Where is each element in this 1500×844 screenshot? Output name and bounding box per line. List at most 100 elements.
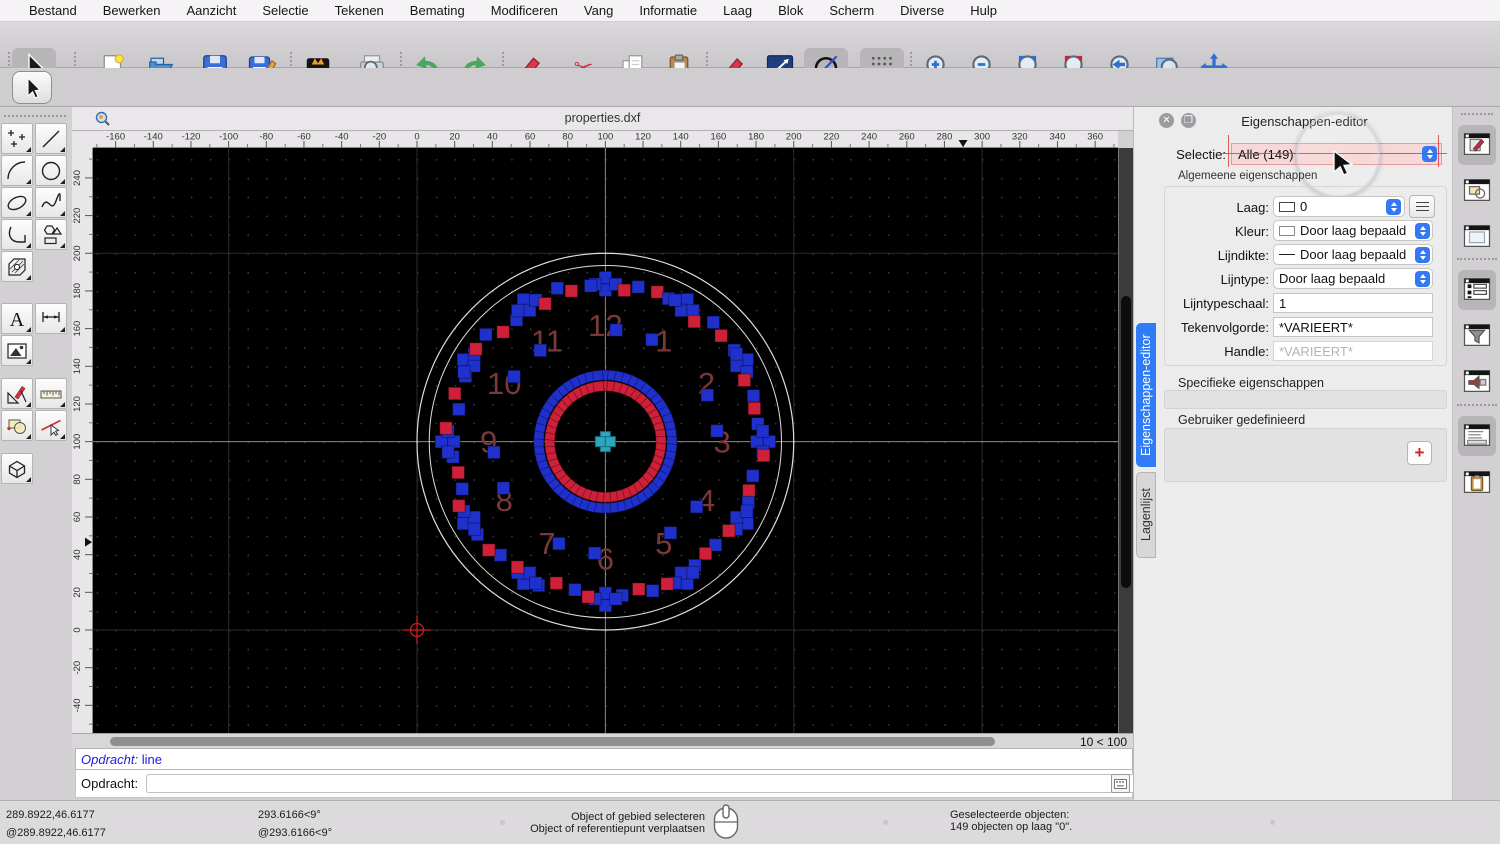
absolute-coordinates: 289.8922,46.6177 bbox=[6, 809, 95, 821]
palette-drag-handle[interactable] bbox=[4, 115, 66, 117]
block-tool-button[interactable] bbox=[1, 410, 33, 441]
svg-text:180: 180 bbox=[72, 283, 83, 299]
polyline-tool-button[interactable] bbox=[1, 219, 33, 250]
block-window-toggle[interactable] bbox=[1458, 171, 1496, 211]
vertical-scroll-thumb[interactable] bbox=[1121, 296, 1131, 588]
menu-hulp[interactable]: Hulp bbox=[957, 3, 1010, 18]
command-input[interactable] bbox=[146, 774, 1176, 793]
svg-text:-20: -20 bbox=[372, 132, 386, 143]
command-log-label: Opdracht: bbox=[81, 751, 139, 767]
dock-drag-handle[interactable] bbox=[1461, 113, 1493, 115]
menu-tekenen[interactable]: Tekenen bbox=[322, 3, 397, 18]
menu-bestand[interactable]: Bestand bbox=[16, 3, 90, 18]
menu-bemating[interactable]: Bemating bbox=[397, 3, 478, 18]
layer-spinner-icon[interactable] bbox=[1386, 198, 1401, 215]
snap-tick bbox=[1438, 135, 1439, 167]
menu-blok[interactable]: Blok bbox=[765, 3, 816, 18]
svg-text:120: 120 bbox=[635, 132, 651, 143]
svg-text:340: 340 bbox=[1050, 132, 1066, 143]
menu-aanzicht[interactable]: Aanzicht bbox=[174, 3, 250, 18]
select-entity-tool-button[interactable] bbox=[35, 410, 67, 441]
color-spinner-icon[interactable] bbox=[1415, 222, 1430, 239]
menu-vang[interactable]: Vang bbox=[571, 3, 626, 18]
measure-tool-button[interactable] bbox=[35, 378, 67, 409]
user-defined-box: + bbox=[1164, 428, 1447, 482]
svg-text:40: 40 bbox=[72, 549, 83, 560]
command-keyboard-button[interactable] bbox=[1111, 774, 1130, 793]
menu-diverse[interactable]: Diverse bbox=[887, 3, 957, 18]
color-swatch bbox=[1279, 225, 1295, 236]
drawing-canvas[interactable]: 1 2 3 4 5 6 7 8 9 10 11 12 bbox=[93, 148, 1118, 733]
linetypescale-input[interactable]: 1 bbox=[1273, 293, 1433, 313]
right-click-hint: Object of referentiepunt verplaatsen bbox=[530, 823, 705, 835]
canvas-horizontal-scrollbar[interactable]: 10 < 100 bbox=[72, 733, 1133, 749]
command-window-toggle[interactable] bbox=[1458, 416, 1496, 456]
line-tool-button[interactable] bbox=[35, 123, 67, 154]
text-tool-button[interactable]: A bbox=[1, 303, 33, 334]
notify-window-icon bbox=[1463, 370, 1491, 392]
menu-scherm[interactable]: Scherm bbox=[816, 3, 887, 18]
mouse-cursor bbox=[1333, 150, 1354, 176]
clipboard-window-toggle[interactable] bbox=[1458, 463, 1496, 503]
menu-selectie[interactable]: Selectie bbox=[249, 3, 321, 18]
tab-layer-list[interactable]: Lagenlijst bbox=[1136, 472, 1156, 558]
svg-text:320: 320 bbox=[1012, 132, 1028, 143]
menu-laag[interactable]: Laag bbox=[710, 3, 765, 18]
vruler-cursor-marker bbox=[85, 537, 92, 547]
circle-tool-button[interactable] bbox=[35, 155, 67, 186]
linetype-dropdown[interactable]: Door laag bepaald bbox=[1273, 268, 1433, 289]
horizontal-ruler: -160 -140 -120 -100 -80 -60 -40 -20 0 20 40 60 80 100… bbox=[93, 131, 1118, 148]
grid-status: 10 < 100 bbox=[1079, 735, 1127, 749]
main-toolbar: SVG✂++ bbox=[0, 22, 1500, 86]
hatch-tool-button[interactable] bbox=[1, 251, 33, 282]
selection-spinner-icon[interactable] bbox=[1422, 146, 1437, 162]
linewidth-spinner-icon[interactable] bbox=[1415, 246, 1430, 263]
modify-tool-button[interactable] bbox=[1, 378, 33, 409]
left-click-hint: Object of gebied selecteren bbox=[571, 811, 705, 823]
selection-status-detail: 149 objecten op laag "0". bbox=[950, 821, 1073, 833]
ellipse-tool-button[interactable] bbox=[1, 187, 33, 218]
command-window-icon bbox=[1463, 424, 1491, 446]
image-tool-button[interactable] bbox=[1, 335, 33, 366]
draw-window-toggle[interactable] bbox=[1458, 125, 1496, 165]
points-tool-button[interactable] bbox=[1, 123, 33, 154]
color-value: Door laag bepaald bbox=[1300, 223, 1407, 238]
notify-window-toggle[interactable] bbox=[1458, 362, 1496, 402]
draworder-input[interactable]: *VARIEERT* bbox=[1273, 317, 1433, 337]
menu-bewerken[interactable]: Bewerken bbox=[90, 3, 174, 18]
selection-label: Selectie: bbox=[1176, 147, 1226, 162]
command-prompt-label: Opdracht: bbox=[81, 776, 139, 791]
handle-input[interactable]: *VARIEERT* bbox=[1273, 341, 1433, 361]
menu-informatie[interactable]: Informatie bbox=[626, 3, 710, 18]
canvas-vertical-scrollbar[interactable] bbox=[1118, 148, 1133, 733]
hruler-cursor-marker bbox=[958, 140, 968, 147]
tab-properties-editor[interactable]: Eigenschappen-editor bbox=[1136, 323, 1156, 467]
select-tool-button[interactable] bbox=[12, 71, 52, 104]
arc-tool-button[interactable] bbox=[1, 155, 33, 186]
svg-text:-160: -160 bbox=[106, 132, 125, 143]
svg-text:-140: -140 bbox=[144, 132, 163, 143]
linewidth-sample bbox=[1279, 254, 1295, 255]
color-dropdown[interactable]: Door laag bepaald bbox=[1273, 220, 1433, 241]
linetype-spinner-icon[interactable] bbox=[1415, 270, 1430, 287]
box3d-tool-button[interactable] bbox=[1, 453, 33, 484]
svg-text:180: 180 bbox=[748, 132, 764, 143]
menu-modificeren[interactable]: Modificeren bbox=[478, 3, 571, 18]
horizontal-scroll-thumb[interactable] bbox=[110, 737, 995, 746]
menubar: Bestand Bewerken Aanzicht Selectie Tekenen Be… bbox=[0, 0, 1500, 22]
spline-tool-button[interactable] bbox=[35, 187, 67, 218]
svg-text:-20: -20 bbox=[72, 661, 83, 675]
svg-text:300: 300 bbox=[974, 132, 990, 143]
property-list-window-toggle[interactable] bbox=[1458, 270, 1496, 310]
layer-menu-button[interactable] bbox=[1409, 195, 1435, 218]
dimension-tool-button[interactable] bbox=[35, 303, 67, 334]
library-window-toggle[interactable] bbox=[1458, 217, 1496, 257]
add-property-button[interactable]: + bbox=[1407, 441, 1432, 465]
svg-text:140: 140 bbox=[72, 358, 83, 374]
document-tab-title[interactable]: properties.dxf bbox=[72, 111, 1133, 125]
linewidth-dropdown[interactable]: Door laag bepaald bbox=[1273, 244, 1433, 265]
filter-window-toggle[interactable] bbox=[1458, 316, 1496, 356]
layer-dropdown[interactable]: 0 bbox=[1273, 196, 1405, 217]
polygon-tool-button[interactable] bbox=[35, 219, 67, 250]
svg-text:160: 160 bbox=[710, 132, 726, 143]
